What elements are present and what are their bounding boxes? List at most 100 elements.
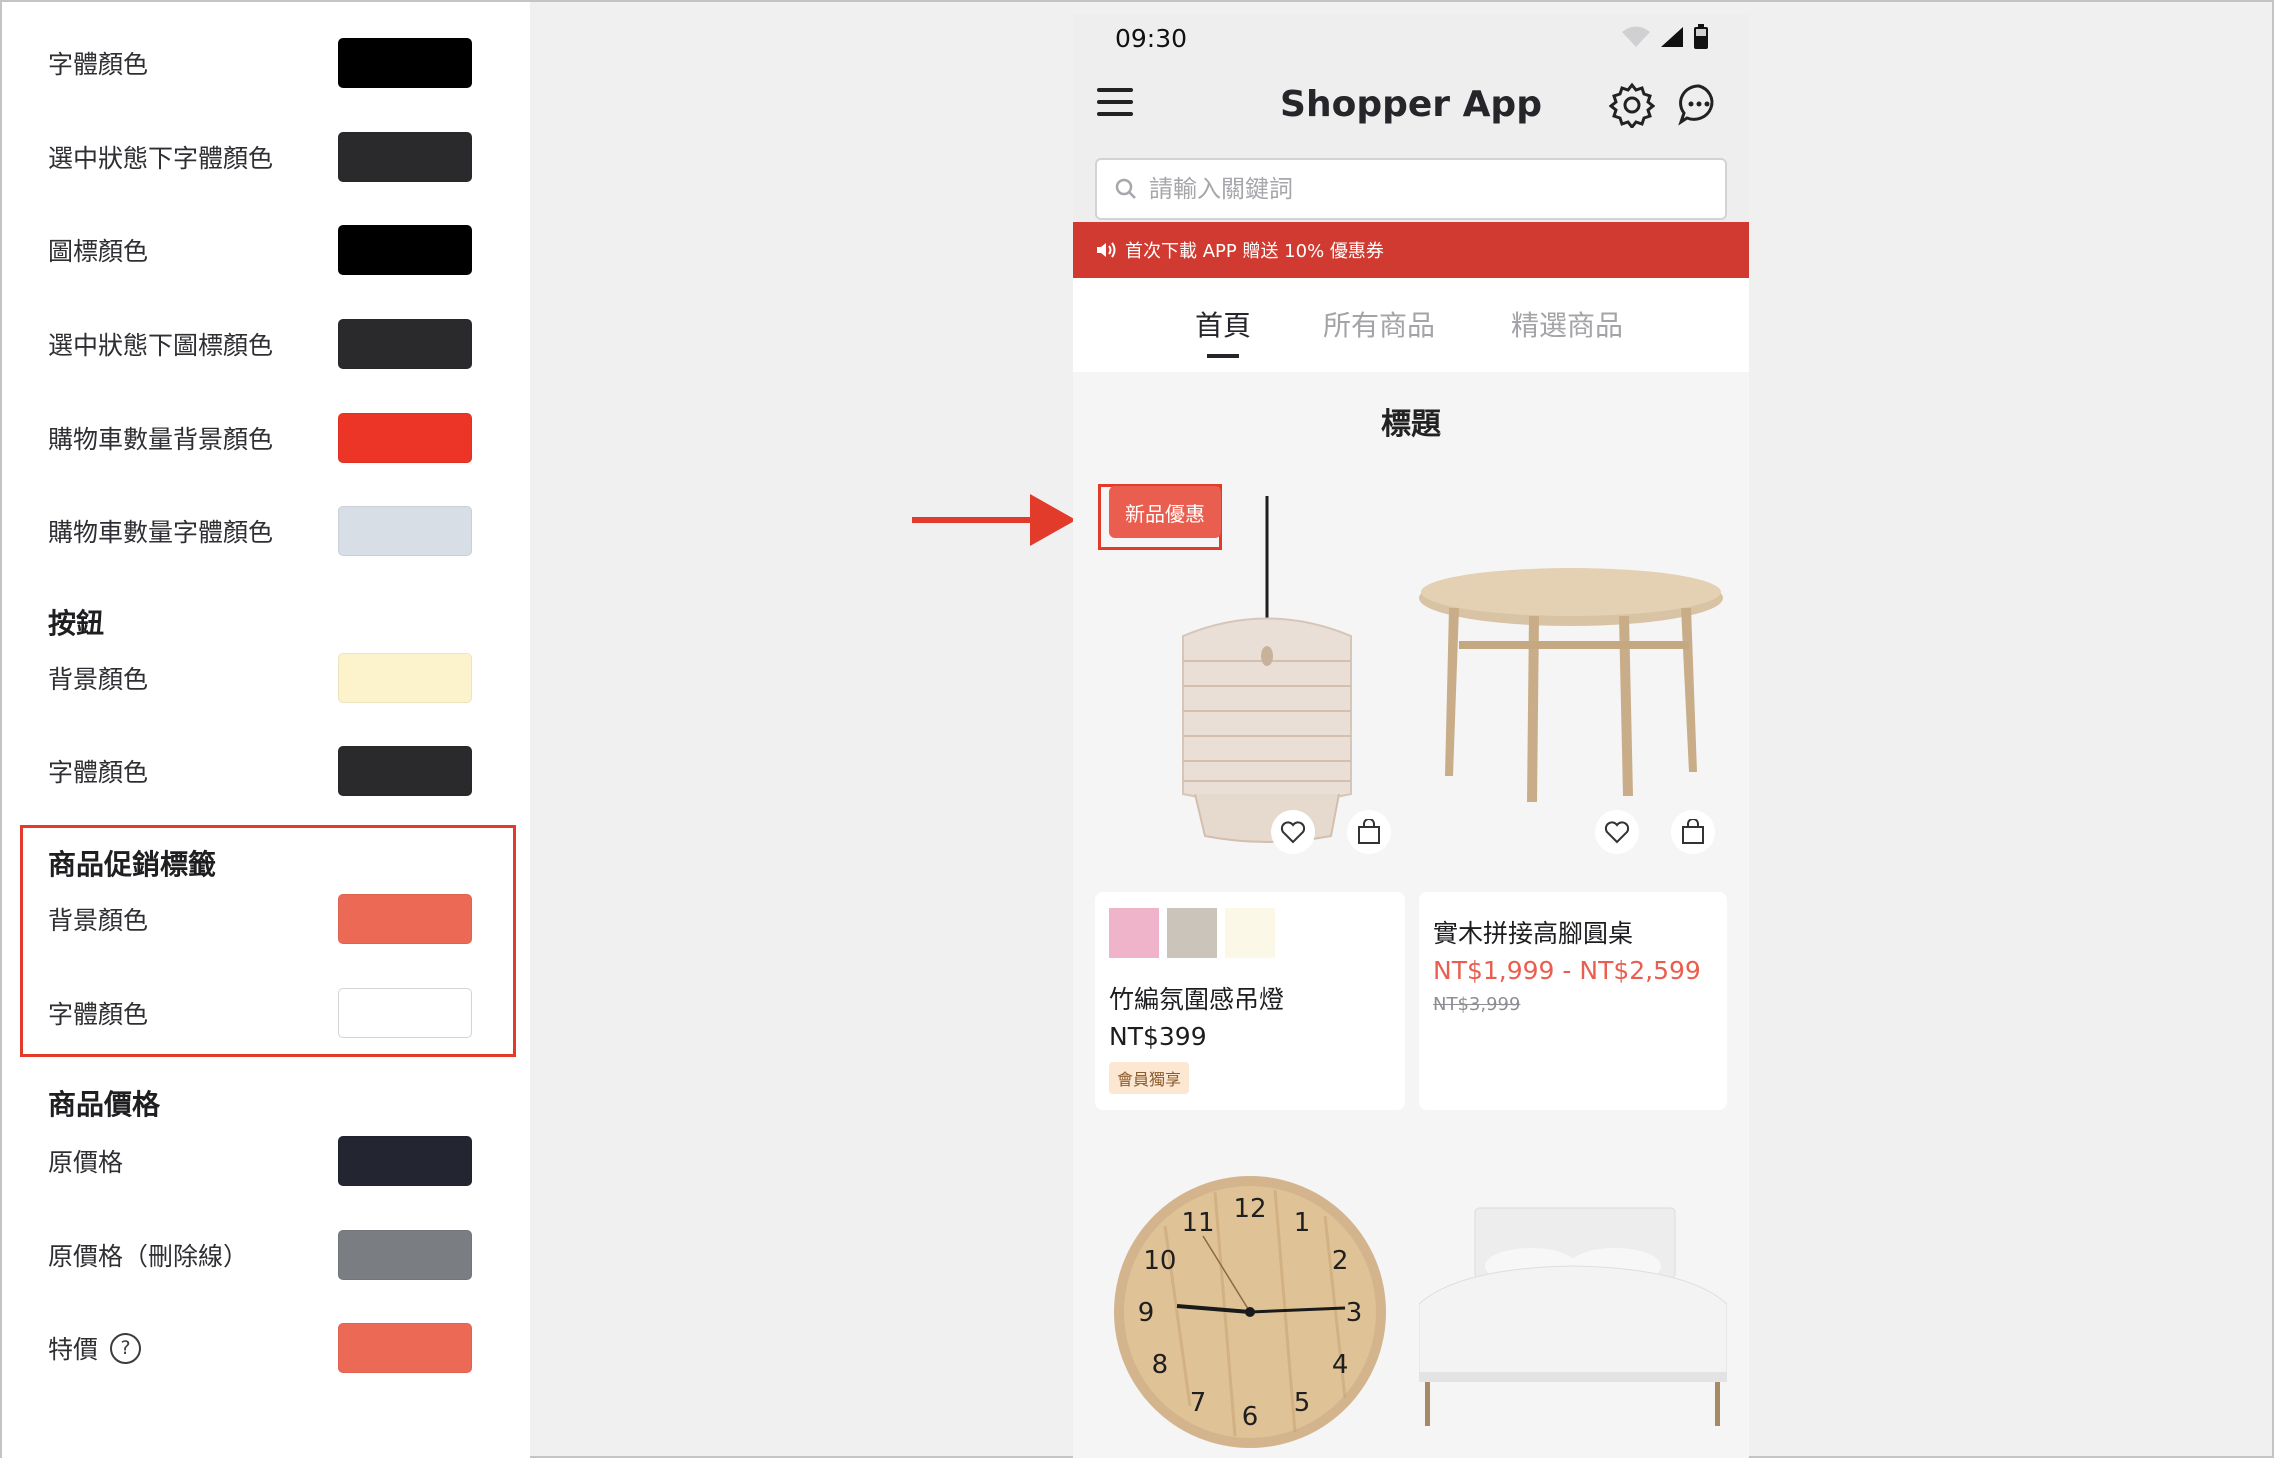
product-image-clock[interactable]: 12 1 2 3 4 5 6 7 8 9 10 11 xyxy=(1095,1136,1405,1458)
favorite-button[interactable] xyxy=(1271,810,1315,854)
tab-all-products[interactable]: 所有商品 xyxy=(1323,304,1435,344)
setting-row-selected-font-color: 選中狀態下字體顏色 xyxy=(48,132,472,182)
speaker-icon xyxy=(1097,242,1116,258)
search-box[interactable] xyxy=(1095,158,1727,220)
settings-panel: 字體顏色 選中狀態下字體顏色 圖標顏色 選中狀態下圖標顏色 購物車數量背景顏色 … xyxy=(2,2,530,1458)
clock-numeral: 2 xyxy=(1332,1246,1349,1276)
help-icon[interactable]: ? xyxy=(110,1332,142,1364)
annotation-arrow-line xyxy=(912,517,1032,523)
setting-row-strikethrough-price: 原價格（刪除線） xyxy=(48,1230,472,1280)
heart-icon xyxy=(1280,821,1306,844)
color-swatch[interactable] xyxy=(338,225,472,275)
shopping-bag-icon xyxy=(1682,819,1704,844)
setting-label: 選中狀態下字體顏色 xyxy=(48,144,274,173)
color-option[interactable] xyxy=(1109,908,1159,958)
clock-numeral: 7 xyxy=(1190,1388,1207,1418)
setting-row-selected-icon-color: 選中狀態下圖標顏色 xyxy=(48,319,472,369)
color-option[interactable] xyxy=(1167,908,1217,958)
clock-numeral: 8 xyxy=(1152,1350,1169,1380)
clock-numeral: 12 xyxy=(1233,1194,1266,1224)
shopping-bag-icon xyxy=(1358,819,1380,844)
annotation-arrow-head xyxy=(1030,494,1076,546)
signal-icon xyxy=(1661,27,1683,47)
setting-label: 字體顏色 xyxy=(48,758,149,787)
tab-bar: 首頁 所有商品 精選商品 xyxy=(1073,278,1749,372)
section-heading-promo-tag: 商品促銷標籤 xyxy=(48,848,217,881)
promo-banner[interactable]: 首次下載 APP 贈送 10% 優惠券 xyxy=(1073,222,1749,278)
color-swatch[interactable] xyxy=(338,506,472,556)
product-card-lamp[interactable]: 竹編氛圍感吊燈 NT$399 會員獨享 xyxy=(1095,892,1405,1110)
clock-numeral: 5 xyxy=(1294,1388,1311,1418)
setting-row-original-price: 原價格 xyxy=(48,1136,472,1186)
setting-label: 購物車數量背景顏色 xyxy=(48,425,274,454)
setting-row-font-color: 字體顏色 xyxy=(48,38,472,88)
product-image-bed[interactable] xyxy=(1418,1136,1728,1458)
tab-featured-products[interactable]: 精選商品 xyxy=(1511,304,1623,344)
member-exclusive-badge: 會員獨享 xyxy=(1109,1062,1190,1094)
setting-row-promo-font-color: 字體顏色 xyxy=(48,988,472,1038)
clock-numeral: 6 xyxy=(1242,1402,1259,1432)
color-swatch[interactable] xyxy=(338,413,472,463)
search-input[interactable] xyxy=(1149,175,1709,203)
tab-home[interactable]: 首頁 xyxy=(1195,304,1251,344)
heart-icon xyxy=(1604,821,1630,844)
setting-row-special-price: 特價 ? xyxy=(48,1323,472,1373)
setting-label: 背景顏色 xyxy=(48,906,149,935)
product-image-table[interactable] xyxy=(1419,476,1727,896)
clock-numeral: 4 xyxy=(1332,1350,1349,1380)
status-time: 09:30 xyxy=(1115,24,1188,53)
product-price-range: NT$1,999 - NT$2,599 xyxy=(1433,956,1701,985)
color-option[interactable] xyxy=(1225,908,1275,958)
section-heading-price: 商品價格 xyxy=(48,1088,161,1121)
color-swatch[interactable] xyxy=(338,319,472,369)
chat-icon[interactable] xyxy=(1677,82,1721,126)
product-old-price: NT$3,999 xyxy=(1433,994,1521,1015)
setting-label: 選中狀態下圖標顏色 xyxy=(48,331,274,360)
status-bar: 09:30 xyxy=(1073,14,1749,62)
clock-numeral: 3 xyxy=(1346,1298,1363,1328)
color-swatch[interactable] xyxy=(338,1230,472,1280)
color-swatch[interactable] xyxy=(338,988,472,1038)
gear-icon[interactable] xyxy=(1609,82,1655,128)
color-swatch[interactable] xyxy=(338,38,472,88)
add-to-cart-button[interactable] xyxy=(1347,810,1391,854)
setting-row-promo-bg-color: 背景顏色 xyxy=(48,894,472,944)
section-title: 標題 xyxy=(1381,407,1441,442)
wifi-icon xyxy=(1622,26,1650,47)
product-name: 竹編氛圍感吊燈 xyxy=(1109,985,1285,1014)
setting-row-icon-color: 圖標顏色 xyxy=(48,225,472,275)
color-swatch[interactable] xyxy=(338,132,472,182)
color-swatch[interactable] xyxy=(338,894,472,944)
add-to-cart-button[interactable] xyxy=(1671,810,1715,854)
color-swatch[interactable] xyxy=(338,1136,472,1186)
status-icons xyxy=(1621,24,1709,50)
setting-row-cart-count-bg-color: 購物車數量背景顏色 xyxy=(48,413,472,463)
setting-row-button-bg-color: 背景顏色 xyxy=(48,653,472,703)
clock-numeral: 10 xyxy=(1143,1246,1176,1276)
product-price: NT$399 xyxy=(1109,1022,1207,1051)
setting-label-text: 特價 xyxy=(48,1335,99,1364)
setting-label: 特價 ? xyxy=(48,1330,142,1366)
setting-label: 背景顏色 xyxy=(48,665,149,694)
setting-label: 字體顏色 xyxy=(48,1000,149,1029)
setting-row-cart-count-font-color: 購物車數量字體顏色 xyxy=(48,506,472,556)
promo-tag: 新品優惠 xyxy=(1109,486,1221,538)
clock-numeral: 11 xyxy=(1181,1208,1214,1238)
color-swatch[interactable] xyxy=(338,746,472,796)
phone-preview: 09:30 Shopper App 首次下載 APP 贈送 10% 優惠券 xyxy=(1073,14,1749,1458)
bed-image xyxy=(1418,1207,1728,1426)
setting-label: 圖標顏色 xyxy=(48,237,149,266)
color-swatch[interactable] xyxy=(338,653,472,703)
wall-clock-image: 12 12 3 45 6 78 9 1011 xyxy=(1114,1176,1386,1448)
favorite-button[interactable] xyxy=(1595,810,1639,854)
color-swatch[interactable] xyxy=(338,1323,472,1373)
clock-numeral: 9 xyxy=(1138,1298,1155,1328)
product-card-table[interactable]: 實木拼接高腳圓桌 NT$1,999 - NT$2,599 NT$3,999 xyxy=(1419,892,1727,1110)
battery-icon xyxy=(1694,24,1708,49)
setting-label: 原價格 xyxy=(48,1148,124,1177)
search-icon xyxy=(1115,178,1136,199)
promo-banner-text: 首次下載 APP 贈送 10% 優惠券 xyxy=(1125,241,1384,262)
setting-label: 購物車數量字體顏色 xyxy=(48,518,274,547)
setting-label: 字體顏色 xyxy=(48,50,149,79)
setting-row-button-font-color: 字體顏色 xyxy=(48,746,472,796)
